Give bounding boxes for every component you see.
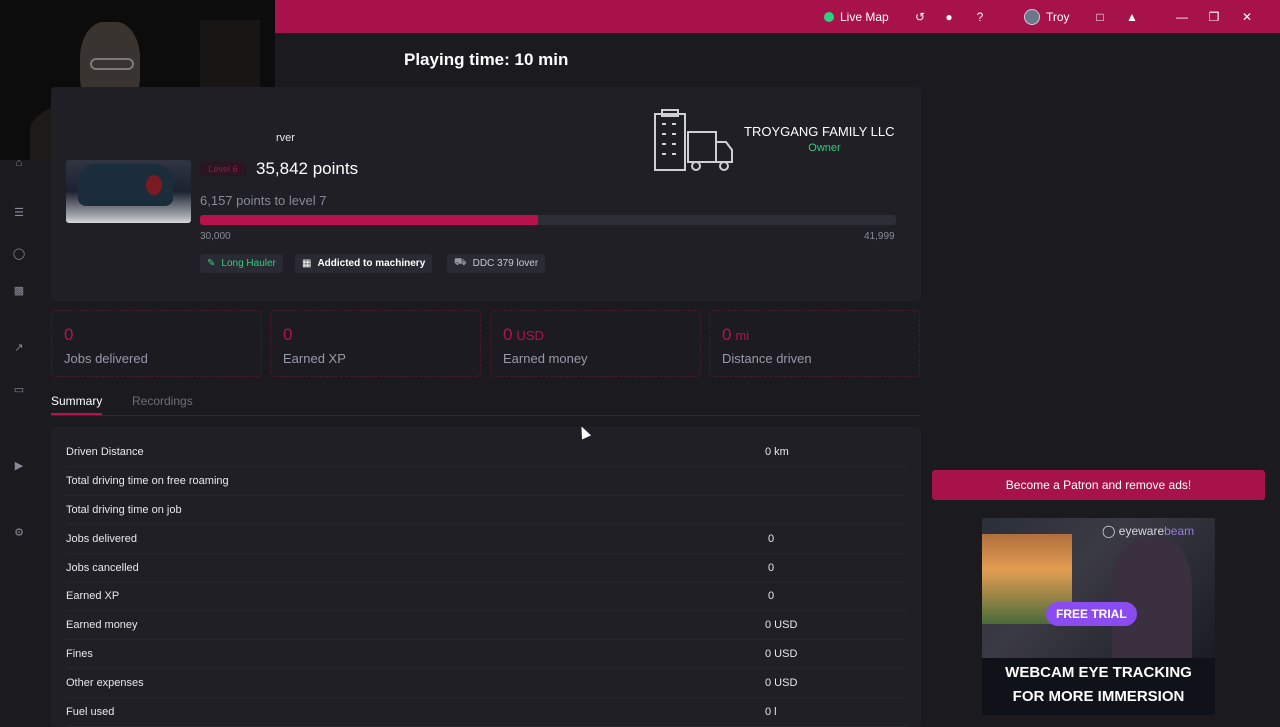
sidebar-ranking-icon[interactable]: ▩ xyxy=(11,282,27,298)
stat-value: 0 xyxy=(503,325,513,344)
table-row: Earned XP 0 xyxy=(66,582,906,611)
server-label: rver xyxy=(276,132,295,144)
table-row: Earned money 0 USD xyxy=(66,611,906,640)
achievement-badge-ddc[interactable]: ⛟ DDC 379 lover xyxy=(447,254,546,273)
points-to-next-level: 6,157 points to level 7 xyxy=(200,193,327,208)
row-key: Other expenses xyxy=(66,677,144,689)
company-role: Owner xyxy=(808,142,841,154)
stat-jobs-delivered: 0 Jobs delivered xyxy=(51,310,262,377)
machinery-icon: ▦ xyxy=(302,258,312,269)
stat-label: Earned XP xyxy=(283,351,346,366)
row-value: 0 l xyxy=(765,706,777,718)
stat-label: Jobs delivered xyxy=(64,351,148,366)
row-key: Earned money xyxy=(66,619,138,631)
progress-max-label: 41,999 xyxy=(864,231,895,242)
ad-headline-line-1: WEBCAM EYE TRACKING xyxy=(1005,664,1192,681)
table-row: Driven Distance 0 km xyxy=(66,438,906,467)
company-building-truck-icon xyxy=(654,109,733,171)
row-key: Jobs delivered xyxy=(66,533,137,545)
bell-icon[interactable]: ▲ xyxy=(1125,0,1139,33)
profile-truck-image xyxy=(66,160,191,223)
live-map-label: Live Map xyxy=(840,9,889,24)
progress-min-label: 30,000 xyxy=(200,231,231,242)
restore-icon[interactable]: ❐ xyxy=(1207,0,1221,33)
table-row: Jobs delivered 0 xyxy=(66,525,906,554)
chat-icon[interactable]: □ xyxy=(1093,0,1107,33)
stat-earned-money: 0 USD Earned money xyxy=(490,310,701,377)
row-key: Earned XP xyxy=(66,590,120,602)
pencil-icon: ✎ xyxy=(207,258,216,269)
row-key: Fines xyxy=(66,648,93,660)
row-value: 0 USD xyxy=(765,619,798,631)
tab-summary[interactable]: Summary xyxy=(51,394,103,415)
stat-earned-xp: 0 Earned XP xyxy=(270,310,481,377)
live-status-dot xyxy=(824,11,834,22)
table-row: Fines 0 USD xyxy=(66,640,906,669)
help-icon[interactable]: ? xyxy=(973,0,987,33)
page-title: Playing time: 10 min xyxy=(404,50,569,69)
table-row: Jobs cancelled 0 xyxy=(66,554,906,583)
stat-unit: mi xyxy=(735,328,750,343)
badge-label: Long Hauler xyxy=(221,258,276,269)
live-map-button[interactable]: Live Map xyxy=(824,0,889,33)
row-value: 0 xyxy=(768,533,775,545)
stat-value: 0 xyxy=(283,325,293,344)
stat-unit: USD xyxy=(516,328,544,343)
stat-label: Distance driven xyxy=(722,351,812,366)
badge-label: Addicted to machinery xyxy=(317,258,426,269)
table-row: Fuel used 0 l xyxy=(66,698,906,727)
row-value: 0 USD xyxy=(765,677,798,689)
close-icon[interactable]: ✕ xyxy=(1240,0,1254,33)
share-icon[interactable]: ↺ xyxy=(913,0,927,33)
truck-icon: ⛟ xyxy=(454,257,467,268)
tab-bar: Summary Recordings xyxy=(51,394,921,416)
summary-table: Driven Distance 0 km Total driving time o… xyxy=(51,427,921,727)
stat-label: Earned money xyxy=(503,351,588,366)
row-key: Jobs cancelled xyxy=(66,562,139,574)
avatar xyxy=(1024,8,1040,25)
level-progress-bar xyxy=(200,215,896,225)
sidebar-share-icon[interactable]: ↗ xyxy=(11,339,27,355)
user-menu[interactable]: Troy xyxy=(1024,0,1070,33)
table-row: Total driving time on free roaming xyxy=(66,467,906,496)
row-value: 0 xyxy=(768,590,775,602)
row-key: Total driving time on free roaming xyxy=(66,475,229,487)
sidebar-home-icon[interactable]: ⌂ xyxy=(11,155,27,171)
tab-recordings[interactable]: Recordings xyxy=(132,394,193,415)
sidebar-play-icon[interactable]: ▶ xyxy=(11,457,27,473)
sidebar-user-icon[interactable]: ◯ xyxy=(11,245,27,261)
stat-distance-driven: 0 mi Distance driven xyxy=(709,310,920,377)
row-value: 0 km xyxy=(765,446,789,458)
level-progress-fill xyxy=(200,215,539,225)
user-name: Troy xyxy=(1046,9,1070,24)
stat-value: 0 xyxy=(64,325,74,344)
ad-person-image xyxy=(1112,538,1192,658)
sidebar-settings-icon[interactable]: ⚙ xyxy=(11,524,27,540)
row-key: Driven Distance xyxy=(66,446,144,458)
row-key: Total driving time on job xyxy=(66,504,182,516)
ad-free-trial-button[interactable]: FREE TRIAL xyxy=(1046,602,1137,626)
table-row: Other expenses 0 USD xyxy=(66,669,906,698)
stat-value: 0 xyxy=(722,325,732,344)
badge-label: DDC 379 lover xyxy=(472,258,539,269)
row-value: 0 xyxy=(768,562,775,574)
advertisement[interactable]: ◯ eyewarebeam FREE TRIAL WEBCAM EYE TRAC… xyxy=(982,518,1215,715)
sidebar-monitor-icon[interactable]: ▭ xyxy=(11,381,27,397)
level-badge: Level 6 xyxy=(200,162,246,176)
achievement-badge-long-hauler[interactable]: ✎ Long Hauler xyxy=(200,254,283,273)
globe-icon[interactable]: ● xyxy=(942,0,956,33)
ad-headline-line-2: FOR MORE IMMERSION xyxy=(1012,688,1185,705)
company-name[interactable]: TROYGANG FAMILY LLC xyxy=(744,124,895,139)
row-key: Fuel used xyxy=(66,706,115,718)
patron-banner-button[interactable]: Become a Patron and remove ads! xyxy=(932,470,1265,500)
sidebar-database-icon[interactable]: ☰ xyxy=(11,204,27,220)
ad-brand-logo: ◯ eyewarebeam xyxy=(1102,524,1195,538)
ad-headline: WEBCAM EYE TRACKING FOR MORE IMMERSION xyxy=(982,661,1215,709)
minimize-icon[interactable]: — xyxy=(1175,0,1189,33)
points-total: 35,842 points xyxy=(256,159,359,178)
achievement-badge-machinery[interactable]: ▦ Addicted to machinery xyxy=(295,254,433,273)
table-row: Total driving time on job xyxy=(66,496,906,525)
row-value: 0 USD xyxy=(765,648,798,660)
